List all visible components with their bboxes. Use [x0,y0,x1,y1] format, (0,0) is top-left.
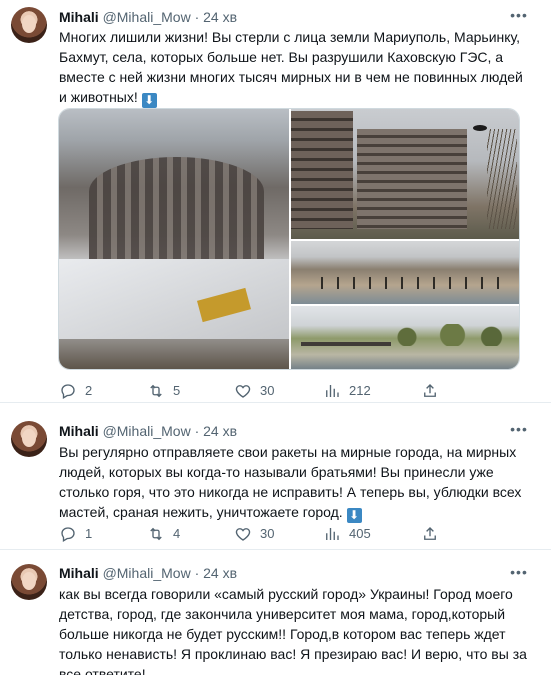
reply-count: 2 [85,382,93,398]
tweet-header: Mihali @Mihali_Mow · 24 хв [59,564,237,582]
heart-icon [234,382,252,400]
reply-button[interactable]: 1 [59,523,92,543]
avatar-face [22,15,36,33]
photo-detail [89,157,264,272]
tweet[interactable]: Mihali @Mihali_Mow · 24 хв ••• Многих ли… [0,0,551,402]
avatar[interactable] [11,421,47,457]
tweet-actions: 1 4 30 405 [59,523,499,543]
author-handle[interactable]: @Mihali_Mow [103,423,191,439]
tweet-body: как вы всегда говорили «самый русский го… [59,586,527,675]
views-count: 212 [349,382,371,398]
like-count: 30 [260,382,275,398]
photo-detail [291,111,353,229]
more-options-icon[interactable]: ••• [509,421,529,439]
tweet[interactable]: Mihali @Mihali_Mow · 24 хв ••• как вы вс… [0,549,551,675]
retweet-button[interactable]: 5 [147,380,180,400]
reply-icon [59,382,77,400]
retweet-icon [147,382,165,400]
heart-icon [234,525,252,543]
reply-count: 1 [85,525,93,541]
timestamp[interactable]: 24 хв [203,423,237,439]
down-arrow-emoji: ⬇ [346,508,362,523]
tweet-header: Mihali @Mihali_Mow · 24 хв [59,422,237,440]
down-arrow-emoji: ⬇ [141,93,157,108]
author-handle[interactable]: @Mihali_Mow [103,565,191,581]
author-name[interactable]: Mihali [59,565,99,581]
like-button[interactable]: 30 [234,380,274,400]
tweet-body: Многих лишили жизни! Вы стерли с лица зе… [59,29,523,105]
author-name[interactable]: Mihali [59,9,99,25]
timestamp[interactable]: 24 хв [203,9,237,25]
photo-detail [301,342,391,346]
reply-icon [59,525,77,543]
tweet-text: Вы регулярно отправляете свои ракеты на … [59,442,529,523]
views-button[interactable]: 212 [323,380,371,400]
photo-detail [487,129,517,229]
views-count: 405 [349,525,371,541]
like-button[interactable]: 30 [234,523,274,543]
author-name[interactable]: Mihali [59,423,99,439]
views-icon [323,525,341,543]
more-options-icon[interactable]: ••• [509,7,529,25]
author-handle[interactable]: @Mihali_Mow [103,9,191,25]
photo-detail [59,259,289,339]
tweet-actions: 2 5 30 212 [59,380,499,400]
photo-detail [321,277,501,289]
media-grid[interactable] [58,108,520,370]
separator-dot: · [194,423,200,439]
separator-dot: · [194,565,200,581]
views-button[interactable]: 405 [323,523,371,543]
tweet-text: как вы всегда говорили «самый русский го… [59,584,529,675]
tweet-body: Вы регулярно отправляете свои ракеты на … [59,444,522,520]
separator-dot: · [194,9,200,25]
more-options-icon[interactable]: ••• [509,564,529,582]
share-button[interactable] [421,523,439,543]
photo-detail [357,129,467,229]
photo-detail [381,324,511,346]
timestamp[interactable]: 24 хв [203,565,237,581]
tweet-header: Mihali @Mihali_Mow · 24 хв [59,8,237,26]
photo-dried-reservoir[interactable] [291,241,519,304]
tweet-text: Многих лишили жизни! Вы стерли с лица зе… [59,27,529,108]
photo-detail [473,125,487,131]
share-icon [421,525,439,543]
reply-button[interactable]: 2 [59,380,92,400]
avatar[interactable] [11,564,47,600]
tweet[interactable]: Mihali @Mihali_Mow · 24 хв ••• Вы регуля… [0,402,551,549]
share-button[interactable] [421,380,439,400]
avatar-face [22,429,36,447]
retweet-count: 4 [173,525,181,541]
photo-riverbed-bridge[interactable] [291,306,519,369]
photo-ruined-theater[interactable] [59,109,289,369]
photo-ruined-buildings[interactable] [291,109,519,239]
retweet-button[interactable]: 4 [147,523,180,543]
retweet-icon [147,525,165,543]
avatar-face [22,572,36,590]
retweet-count: 5 [173,382,181,398]
views-icon [323,382,341,400]
share-icon [421,382,439,400]
like-count: 30 [260,525,275,541]
avatar[interactable] [11,7,47,43]
